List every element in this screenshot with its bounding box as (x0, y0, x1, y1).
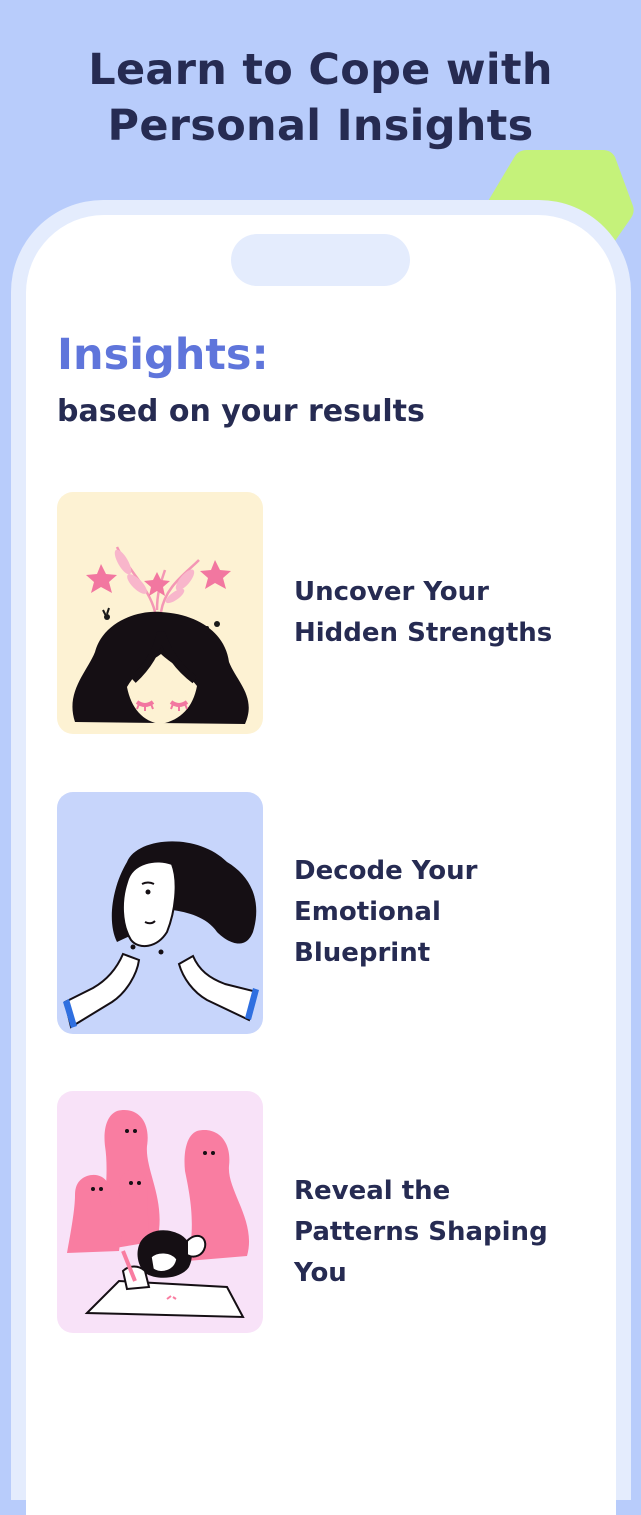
card-2-line-3: Blueprint (294, 938, 431, 968)
card-1-line-1: Uncover Your (294, 577, 489, 607)
card-reveal-patterns[interactable]: Reveal the Patterns Shaping You (294, 1171, 594, 1294)
card-1-line-2: Hidden Strengths (294, 618, 553, 648)
phone-notch (231, 234, 410, 286)
card-3-line-2: Patterns Shaping (294, 1217, 548, 1247)
insights-subtitle: based on your results (57, 394, 425, 429)
headline-line-1: Learn to Cope with (88, 45, 553, 95)
card-2-line-1: Decode Your (294, 856, 478, 886)
headline-line-2: Personal Insights (107, 101, 534, 151)
card-uncover-strengths[interactable]: Uncover Your Hidden Strengths (294, 572, 594, 654)
illustration-woman-with-shadow-figures (57, 1091, 263, 1333)
illustration-woman-head-stars (57, 492, 263, 734)
card-3-line-3: You (294, 1258, 347, 1288)
card-3-line-1: Reveal the (294, 1176, 451, 1206)
card-2-line-2: Emotional (294, 897, 441, 927)
card-decode-blueprint[interactable]: Decode Your Emotional Blueprint (294, 851, 594, 974)
insights-title: Insights: (57, 330, 269, 380)
page-headline: Learn to Cope with Personal Insights (0, 42, 641, 154)
illustration-woman-framing-hands (57, 792, 263, 1034)
